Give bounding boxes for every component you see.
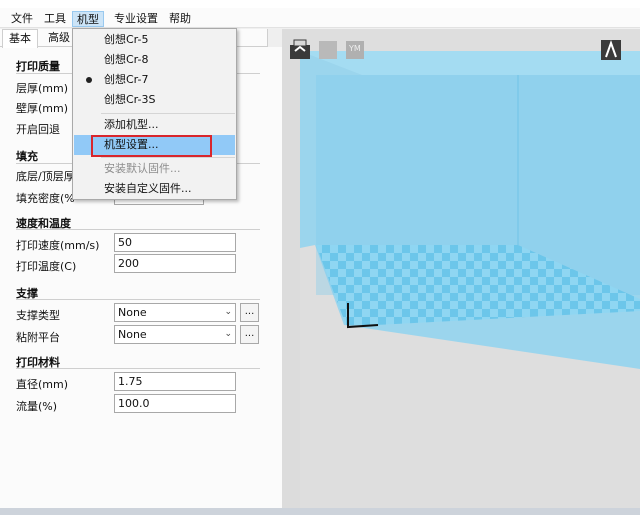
section-divider: [16, 229, 260, 230]
print-speed-field[interactable]: 50: [114, 233, 236, 252]
desktop-background-strip: [0, 508, 640, 515]
print-temperature-field[interactable]: 200: [114, 254, 236, 273]
adhesion-value: None: [118, 328, 147, 341]
label-wall-thickness: 壁厚(mm): [16, 102, 69, 115]
section-title-quality: 打印质量: [16, 60, 60, 73]
adhesion-select[interactable]: None ⌄: [114, 325, 236, 344]
viewport-left-margin: [282, 29, 300, 515]
label-retraction: 开启回退: [16, 123, 60, 136]
adhesion-more-button[interactable]: ...: [240, 325, 259, 344]
load-model-button[interactable]: [289, 39, 313, 61]
flow-field[interactable]: 100.0: [114, 394, 236, 413]
window-top-edge: [0, 0, 640, 8]
label-flow: 流量(%): [16, 400, 58, 413]
menu-item-cr-7[interactable]: 创想Cr-7: [74, 70, 235, 90]
menu-file[interactable]: 文件: [7, 11, 37, 27]
tab-advanced[interactable]: 高级: [42, 29, 76, 47]
menu-item-cr-8[interactable]: 创想Cr-8: [74, 50, 235, 70]
menu-machine[interactable]: 机型: [72, 11, 104, 27]
menu-separator: [101, 157, 235, 158]
menu-item-add-machine[interactable]: 添加机型...: [74, 115, 235, 135]
menu-item-cr-7-label: 创想Cr-7: [104, 73, 149, 86]
menu-item-install-custom-firmware[interactable]: 安装自定义固件...: [74, 179, 235, 199]
menu-bar: 文件 工具 机型 专业设置 帮助: [0, 0, 640, 28]
menu-expert-settings[interactable]: 专业设置: [110, 11, 162, 27]
label-bottom-top-thickness: 底层/顶层厚: [16, 170, 75, 183]
ym-button[interactable]: YM: [344, 39, 368, 61]
chevron-down-icon: ⌄: [224, 307, 232, 317]
menu-item-cr-3s[interactable]: 创想Cr-3S: [74, 90, 235, 110]
label-support-type: 支撑类型: [16, 309, 60, 322]
tab-basic[interactable]: 基本: [2, 29, 38, 48]
menu-help[interactable]: 帮助: [165, 11, 195, 27]
diameter-field[interactable]: 1.75: [114, 372, 236, 391]
build-volume-view: [282, 29, 640, 515]
selected-radio-icon: [86, 77, 92, 83]
save-gcode-button[interactable]: [317, 39, 341, 61]
section-divider: [16, 299, 260, 300]
support-type-value: None: [118, 306, 147, 319]
label-fill-density: 填充密度(%: [16, 192, 75, 205]
view-mode-button[interactable]: [600, 39, 624, 61]
section-title-fill: 填充: [16, 150, 38, 163]
support-type-more-button[interactable]: ...: [240, 303, 259, 322]
menu-tools[interactable]: 工具: [40, 11, 70, 27]
ym-button-label: YM: [349, 44, 361, 53]
label-print-temperature: 打印温度(C): [16, 260, 77, 273]
3d-viewport[interactable]: YM: [282, 29, 640, 515]
menu-item-install-default-firmware: 安装默认固件...: [104, 162, 181, 175]
machine-dropdown-menu: 创想Cr-5 创想Cr-8 创想Cr-7 创想Cr-3S 添加机型... 机型设…: [72, 28, 237, 200]
menu-item-cr-5[interactable]: 创想Cr-5: [74, 30, 235, 50]
chevron-down-icon: ⌄: [224, 329, 232, 339]
menu-separator: [101, 113, 235, 114]
tab-scroll-arrows[interactable]: [267, 29, 282, 47]
label-adhesion: 粘附平台: [16, 331, 60, 344]
section-divider: [16, 368, 260, 369]
label-diameter: 直径(mm): [16, 378, 69, 391]
support-type-select[interactable]: None ⌄: [114, 303, 236, 322]
label-print-speed: 打印速度(mm/s): [16, 239, 100, 252]
label-layer-height: 层厚(mm): [16, 82, 69, 95]
annotation-highlight-box: [91, 135, 212, 157]
